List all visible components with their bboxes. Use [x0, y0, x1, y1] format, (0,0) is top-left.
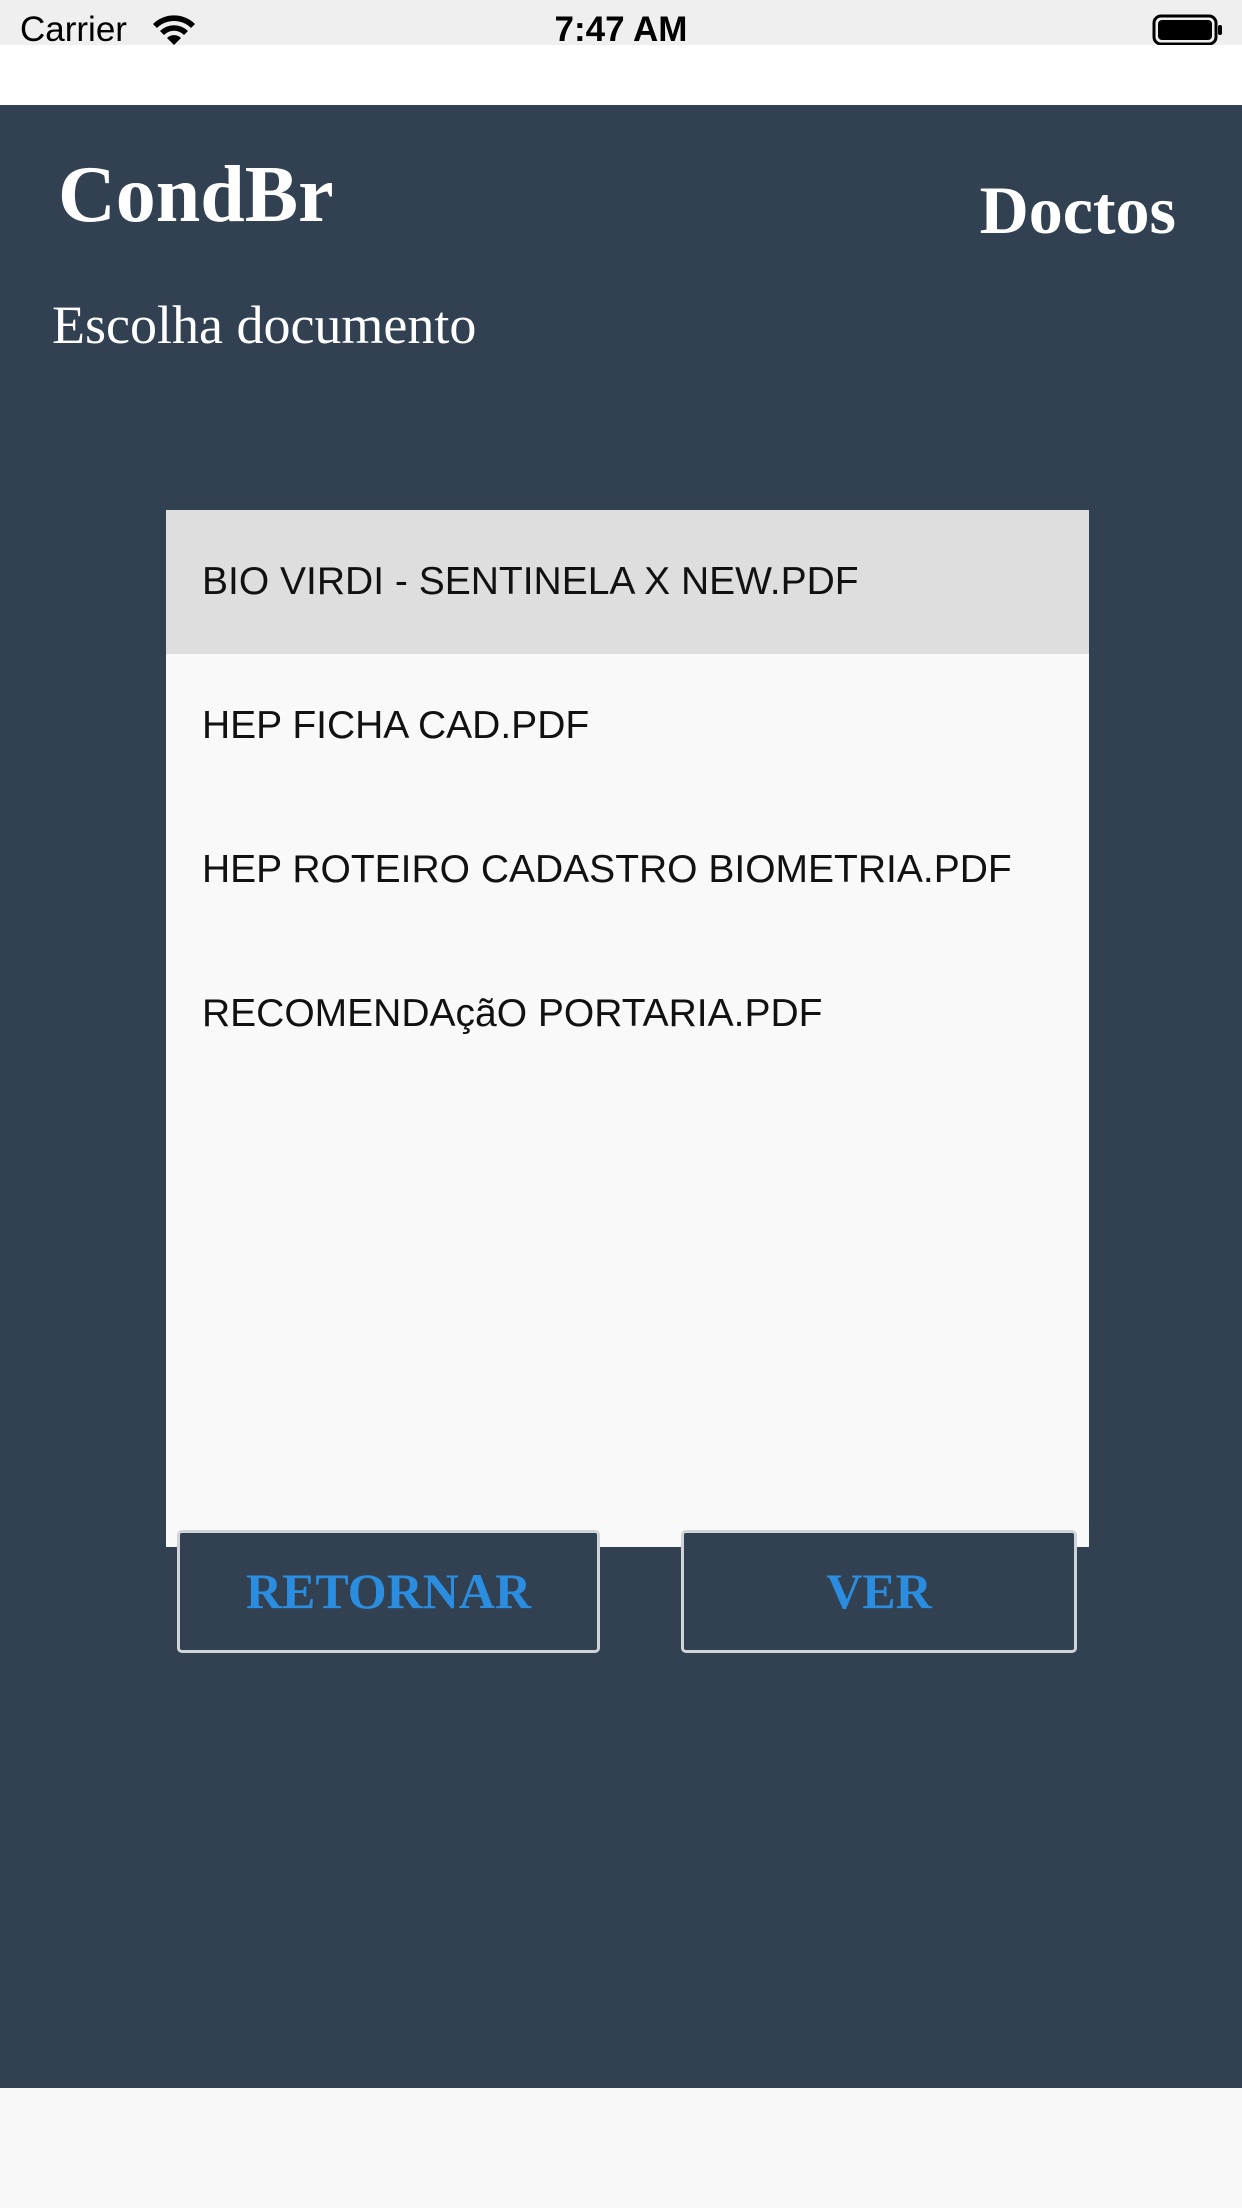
view-button[interactable]: VER — [681, 1530, 1077, 1653]
app-title: CondBr — [58, 151, 334, 239]
battery-icon — [1152, 14, 1222, 46]
document-item-bio-virdi[interactable]: BIO VIRDI - SENTINELA X NEW.PDF — [166, 510, 1089, 654]
status-bar: Carrier 7:47 AM — [0, 0, 1242, 49]
document-list[interactable]: BIO VIRDI - SENTINELA X NEW.PDF HEP FICH… — [166, 510, 1089, 1547]
document-item-hep-roteiro[interactable]: HEP ROTEIRO CADASTRO BIOMETRIA.PDF — [166, 798, 1089, 942]
documents-screen: CondBr Doctos Escolha documento BIO VIRD… — [0, 105, 1242, 2088]
document-item-recomendacao[interactable]: RECOMENDAçãO PORTARIA.PDF — [166, 942, 1089, 1086]
navigation-spacer — [0, 45, 1242, 105]
return-button[interactable]: RETORNAR — [177, 1530, 600, 1653]
document-item-hep-ficha[interactable]: HEP FICHA CAD.PDF — [166, 654, 1089, 798]
subtitle-choose-document: Escolha documento — [52, 295, 477, 355]
status-time: 7:47 AM — [554, 10, 688, 49]
section-title: Doctos — [979, 172, 1176, 248]
